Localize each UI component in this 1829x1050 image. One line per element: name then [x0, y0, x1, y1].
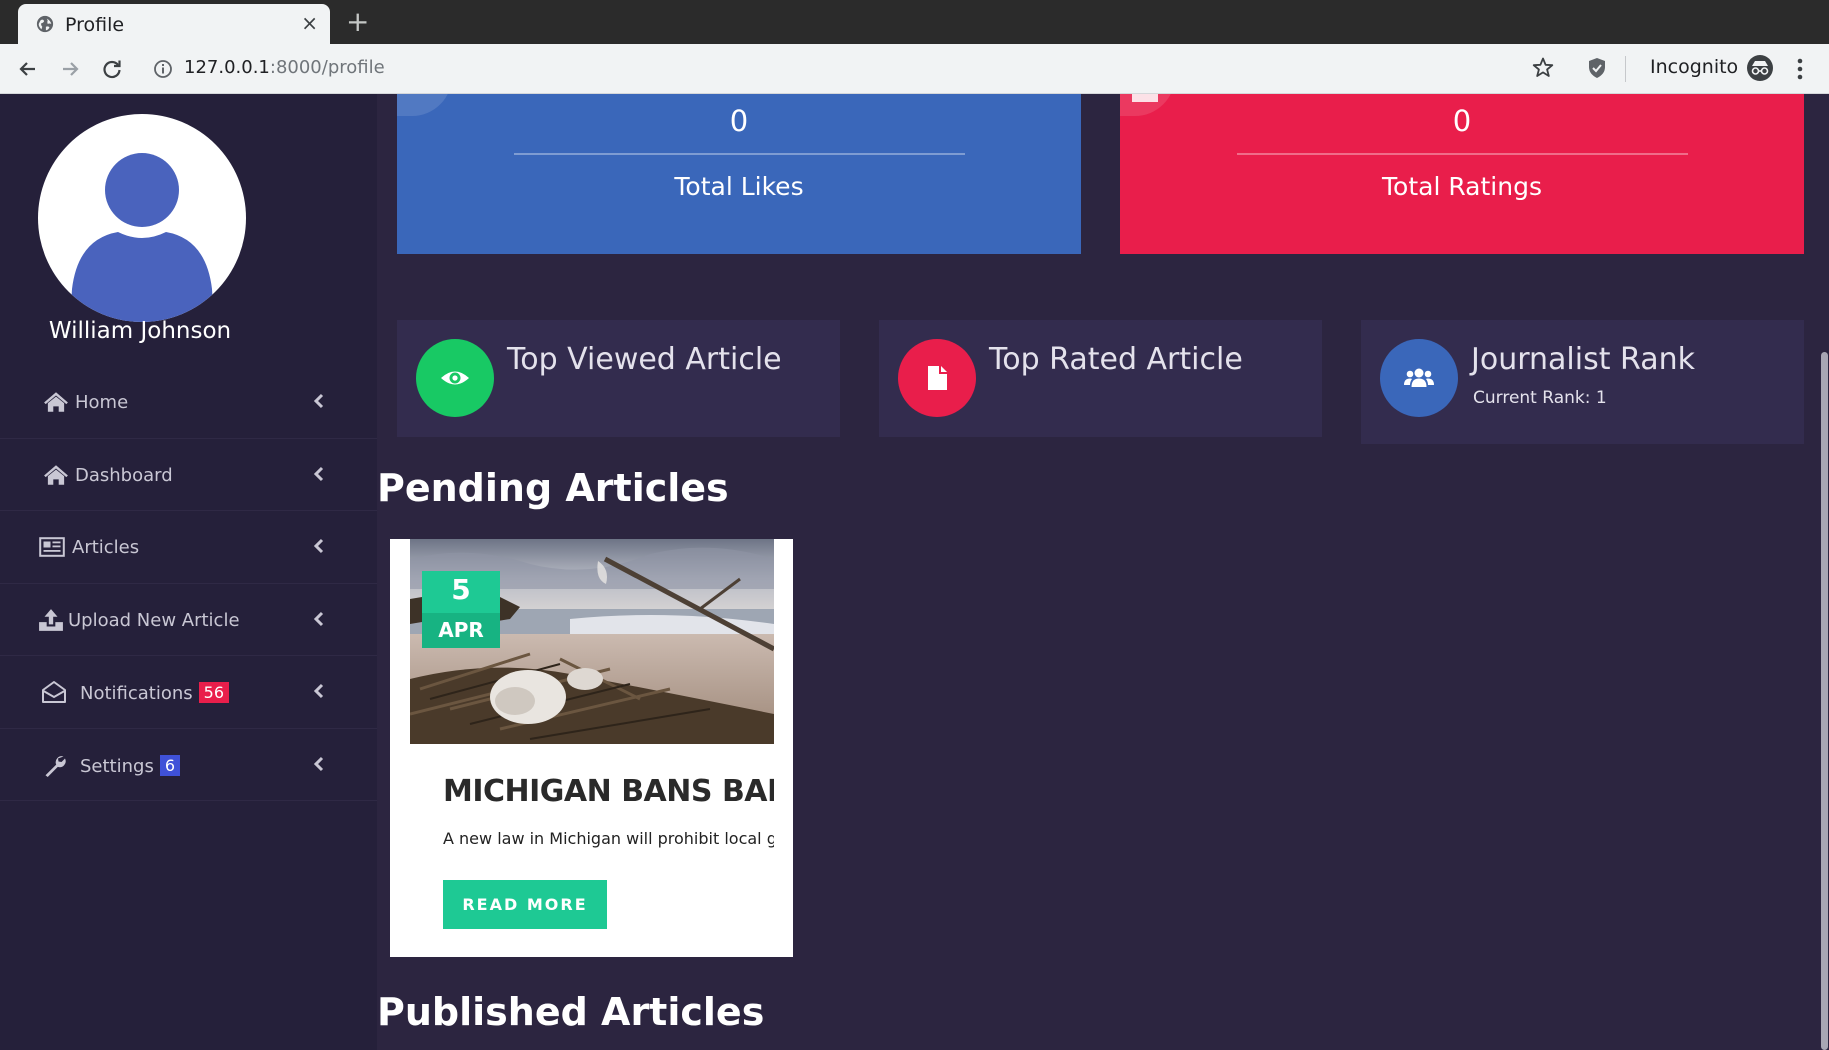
main-content: 0 Total Likes 0 Total Ratings Top Viewed…	[377, 94, 1829, 1050]
address-bar[interactable]: 127.0.0.1:8000/profile	[184, 57, 385, 78]
forward-arrow-icon[interactable]	[55, 54, 85, 84]
scrollbar[interactable]	[1819, 94, 1829, 1050]
url-host: 127.0.0.1	[184, 57, 270, 78]
article-title[interactable]: MICHIGAN BANS BANNING	[443, 774, 774, 809]
browser-tab[interactable]: Profile ×	[18, 4, 330, 44]
article-card[interactable]: 5 APR MICHIGAN BANS BANNING A new law in…	[390, 539, 793, 957]
sidebar-item-upload-new-article[interactable]: Upload New Article	[0, 584, 377, 656]
sidebar-item-dashboard[interactable]: Dashboard	[0, 439, 377, 511]
sidebar-item-home[interactable]: Home	[0, 366, 377, 439]
notifications-count-badge: 56	[198, 682, 230, 703]
sidebar-item-label: Articles	[72, 537, 140, 558]
current-rank-text: Current Rank: 1	[1473, 388, 1607, 408]
article-excerpt: A new law in Michigan will prohibit loca…	[443, 829, 774, 848]
chevron-left-icon	[313, 683, 324, 699]
chevron-left-icon	[313, 466, 324, 481]
sidebar-item-label-with-badge: Notifications 56	[80, 682, 230, 704]
article-date-badge: 5 APR	[422, 571, 500, 648]
sidebar-item-label: Upload New Article	[68, 609, 240, 631]
stat-card-total-likes: 0 Total Likes	[397, 94, 1081, 254]
scrollbar-thumb[interactable]	[1821, 352, 1828, 1050]
extension-shield-icon[interactable]	[1584, 55, 1610, 81]
file-icon-circle	[898, 339, 976, 417]
stat-divider	[514, 153, 965, 155]
info-card-title: Top Rated Article	[989, 342, 1243, 377]
chevron-left-icon	[313, 756, 324, 771]
sidebar-item-label: Notifications	[80, 683, 193, 704]
chevron-left-icon	[313, 393, 324, 409]
home-icon	[44, 464, 68, 485]
article-date-month: APR	[422, 613, 500, 648]
sidebar-item-label-with-badge: Settings 6	[80, 754, 181, 777]
stat-label: Total Likes	[674, 172, 804, 201]
info-card-top-rated-article[interactable]: Top Rated Article	[879, 320, 1322, 437]
toolbar-divider	[1625, 56, 1626, 82]
users-icon-circle	[1380, 339, 1458, 417]
sidebar: William Johnson Home Dashboard Articles …	[0, 94, 377, 1050]
user-silhouette-icon	[70, 153, 214, 322]
info-card-journalist-rank[interactable]: Journalist Rank Current Rank: 1	[1361, 320, 1804, 444]
url-path: :8000/profile	[269, 57, 385, 78]
reload-icon[interactable]	[97, 54, 127, 84]
user-name: William Johnson	[48, 318, 232, 344]
info-icon[interactable]	[153, 59, 173, 79]
chevron-left-icon	[313, 538, 324, 554]
incognito-icon[interactable]	[1745, 53, 1775, 83]
wrench-icon	[45, 755, 66, 777]
file-icon	[928, 366, 947, 390]
browser-tab-bar: Profile × +	[0, 0, 1829, 44]
stat-value: 0	[729, 104, 749, 138]
tab-close-button[interactable]: ×	[301, 12, 318, 34]
sidebar-item-label: Dashboard	[75, 464, 173, 486]
sidebar-item-notifications[interactable]: Notifications 56	[0, 656, 377, 729]
info-card-top-viewed-article[interactable]: Top Viewed Article	[397, 320, 840, 437]
stat-card-total-ratings: 0 Total Ratings	[1120, 94, 1804, 254]
upload-icon	[39, 608, 63, 631]
info-card-title: Journalist Rank	[1471, 342, 1695, 377]
browser-menu-icon[interactable]	[1793, 54, 1807, 84]
sidebar-item-articles[interactable]: Articles	[0, 511, 377, 584]
sidebar-item-label: Settings	[80, 755, 154, 777]
stat-value: 0	[1452, 104, 1472, 138]
article-date-day: 5	[451, 573, 471, 606]
sidebar-item-settings[interactable]: Settings 6	[0, 729, 377, 801]
browser-toolbar: 127.0.0.1:8000/profile Incognito	[0, 44, 1829, 94]
tab-title: Profile	[65, 14, 125, 36]
stat-label: Total Ratings	[1382, 172, 1542, 201]
eye-icon	[441, 371, 469, 385]
sidebar-menu: Home Dashboard Articles Upload New Artic…	[0, 366, 377, 801]
info-card-title: Top Viewed Article	[507, 342, 782, 377]
globe-icon	[36, 15, 54, 33]
stat-icon	[1132, 94, 1158, 102]
stat-divider	[1237, 153, 1688, 155]
eye-icon-circle	[416, 339, 494, 417]
users-icon	[1404, 368, 1434, 387]
settings-count-badge: 6	[159, 754, 181, 776]
incognito-label: Incognito	[1650, 56, 1739, 78]
home-icon	[44, 392, 68, 412]
bookmark-star-icon[interactable]	[1530, 55, 1556, 81]
read-more-button[interactable]: READ MORE	[443, 880, 607, 929]
pending-articles-heading: Pending Articles	[377, 466, 729, 510]
published-articles-heading: Published Articles	[377, 990, 765, 1034]
envelope-icon	[42, 681, 66, 703]
back-arrow-icon[interactable]	[13, 54, 43, 84]
new-tab-button[interactable]: +	[346, 6, 369, 38]
sidebar-item-label: Home	[75, 392, 129, 413]
newspaper-icon	[39, 537, 65, 557]
chevron-left-icon	[313, 611, 324, 626]
avatar[interactable]	[38, 114, 246, 322]
